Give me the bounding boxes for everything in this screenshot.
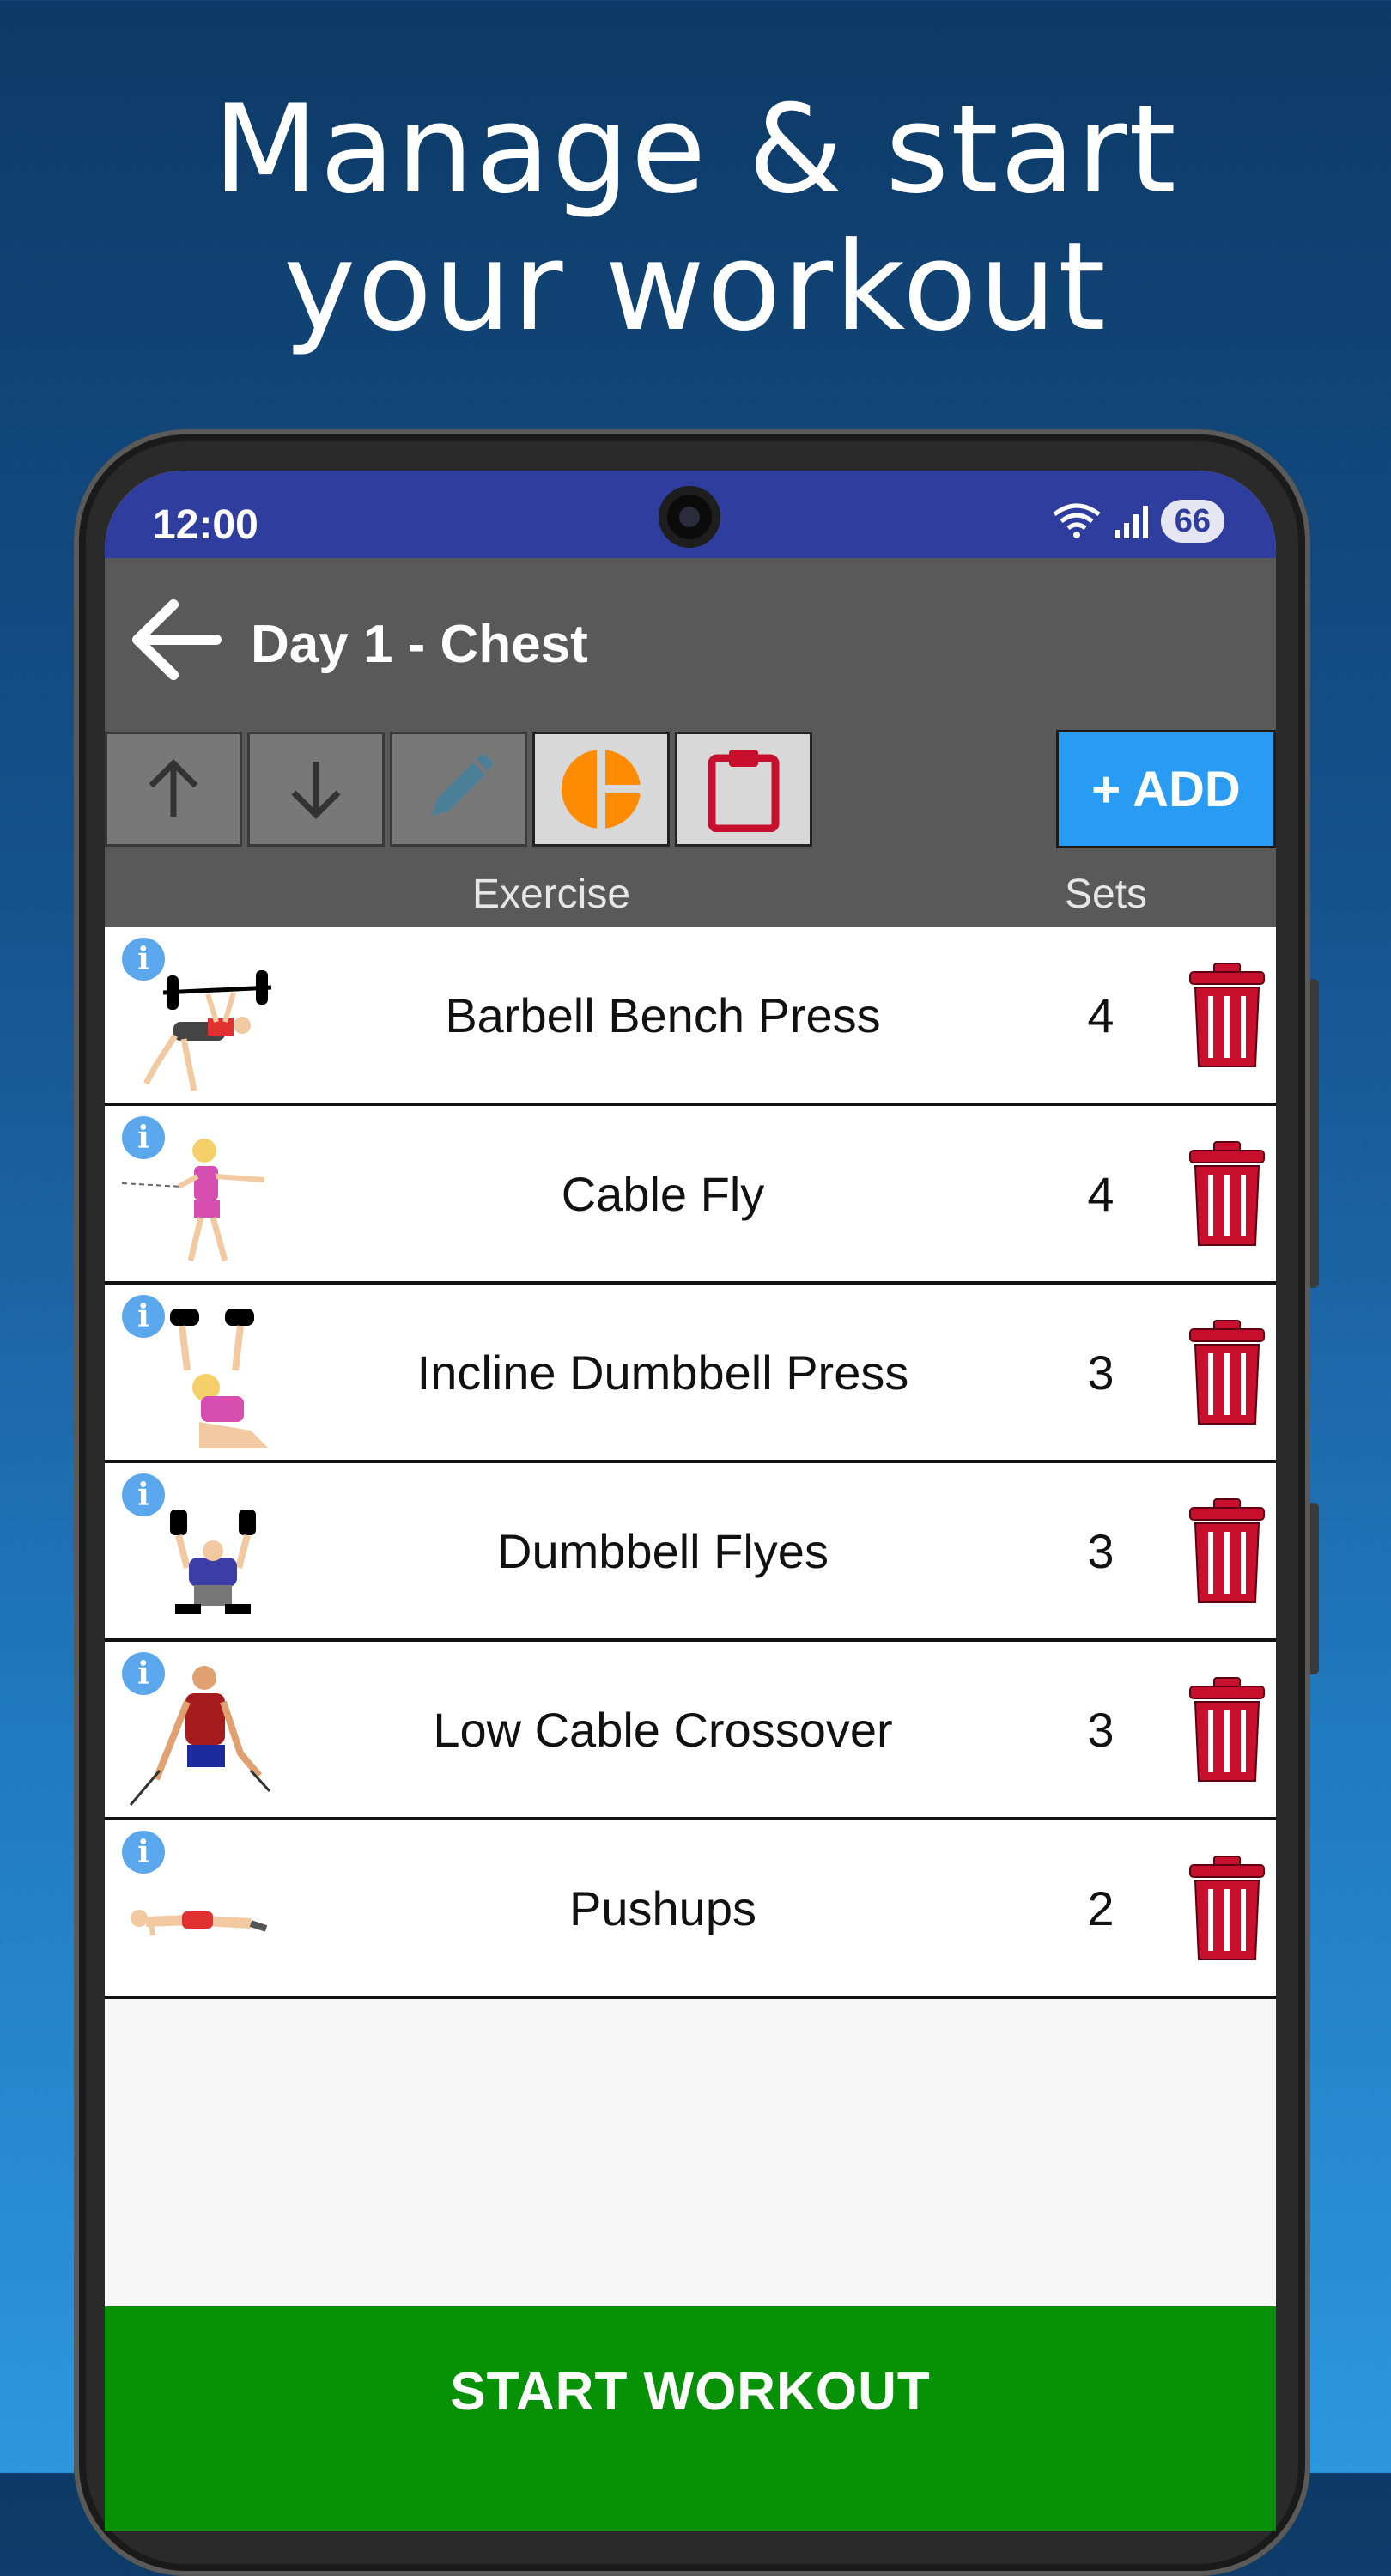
front-camera <box>659 486 720 548</box>
exercise-list: i Barbell Bench Press 4 i Cable Fly 4 i … <box>105 927 1276 1999</box>
add-exercise-button[interactable]: + ADD <box>1056 730 1276 848</box>
trash-icon[interactable] <box>1188 1855 1266 1962</box>
app-bar: Day 1 - Chest <box>105 558 1276 730</box>
info-icon[interactable]: i <box>122 1831 165 1874</box>
pencil-icon <box>432 754 493 816</box>
edit-button[interactable] <box>390 732 527 847</box>
exercise-name: Cable Fly <box>561 1167 765 1221</box>
info-icon[interactable]: i <box>122 938 165 981</box>
column-sets: Sets <box>1065 872 1148 917</box>
exercise-sets: 3 <box>1087 1346 1115 1400</box>
clipboard-icon <box>708 750 780 832</box>
move-down-button[interactable] <box>247 732 385 847</box>
trash-icon[interactable] <box>1188 1676 1266 1783</box>
exercise-row[interactable]: i Incline Dumbbell Press 3 <box>105 1285 1276 1463</box>
column-header: Exercise Sets <box>105 850 1276 927</box>
exercise-sets: 4 <box>1087 1167 1115 1221</box>
notes-button[interactable] <box>675 732 812 847</box>
exercise-sets: 3 <box>1087 1524 1115 1578</box>
page-title: Day 1 - Chest <box>251 615 588 674</box>
trash-icon[interactable] <box>1188 1498 1266 1605</box>
arrow-left-icon <box>132 599 222 680</box>
wifi-icon <box>1053 503 1101 538</box>
promo-headline-line1: Manage & start <box>213 79 1178 221</box>
exercise-name: Dumbbell Flyes <box>497 1524 829 1578</box>
phone-side-button <box>1310 979 1319 1288</box>
battery-indicator: 66 <box>1160 500 1224 543</box>
exercise-row[interactable]: i Pushups 2 <box>105 1820 1276 1999</box>
info-icon[interactable]: i <box>122 1295 165 1338</box>
exercise-name: Low Cable Crossover <box>433 1703 893 1757</box>
info-icon[interactable]: i <box>122 1473 165 1516</box>
stats-button[interactable] <box>532 732 670 847</box>
exercise-sets: 3 <box>1087 1703 1115 1757</box>
trash-icon[interactable] <box>1188 962 1266 1069</box>
trash-icon[interactable] <box>1188 1319 1266 1426</box>
promo-headline: Manage & start your workout <box>0 82 1391 356</box>
pie-chart-icon <box>562 750 641 829</box>
exercise-sets: 2 <box>1087 1881 1115 1935</box>
exercise-sets: 4 <box>1087 988 1115 1042</box>
exercise-name: Incline Dumbbell Press <box>416 1346 909 1400</box>
info-icon[interactable]: i <box>122 1116 165 1159</box>
status-time: 12:00 <box>153 502 258 548</box>
start-workout-button[interactable]: START WORKOUT <box>105 2306 1276 2531</box>
exercise-row[interactable]: i Dumbbell Flyes 3 <box>105 1463 1276 1642</box>
status-bar: 12:00 66 <box>105 471 1276 558</box>
arrow-down-icon <box>291 762 341 819</box>
exercise-name: Barbell Bench Press <box>445 988 881 1042</box>
phone-screen: 12:00 66 Day 1 - Chest + ADD Exercise Se… <box>105 471 1276 2531</box>
exercise-row[interactable]: i Barbell Bench Press 4 <box>105 927 1276 1106</box>
signal-icon <box>1114 506 1148 538</box>
column-exercise: Exercise <box>471 872 631 917</box>
promo-headline-line2: your workout <box>283 216 1108 358</box>
back-button[interactable] <box>122 592 225 687</box>
exercise-row[interactable]: i Cable Fly 4 <box>105 1106 1276 1285</box>
info-icon[interactable]: i <box>122 1652 165 1695</box>
exercise-row[interactable]: i Low Cable Crossover 3 <box>105 1642 1276 1820</box>
arrow-up-icon <box>149 759 198 817</box>
trash-icon[interactable] <box>1188 1140 1266 1248</box>
exercise-name: Pushups <box>569 1881 756 1935</box>
toolbar: + ADD <box>105 730 1276 850</box>
phone-side-button <box>1310 1503 1319 1674</box>
move-up-button[interactable] <box>105 732 242 847</box>
status-icons: 66 <box>1051 500 1224 543</box>
